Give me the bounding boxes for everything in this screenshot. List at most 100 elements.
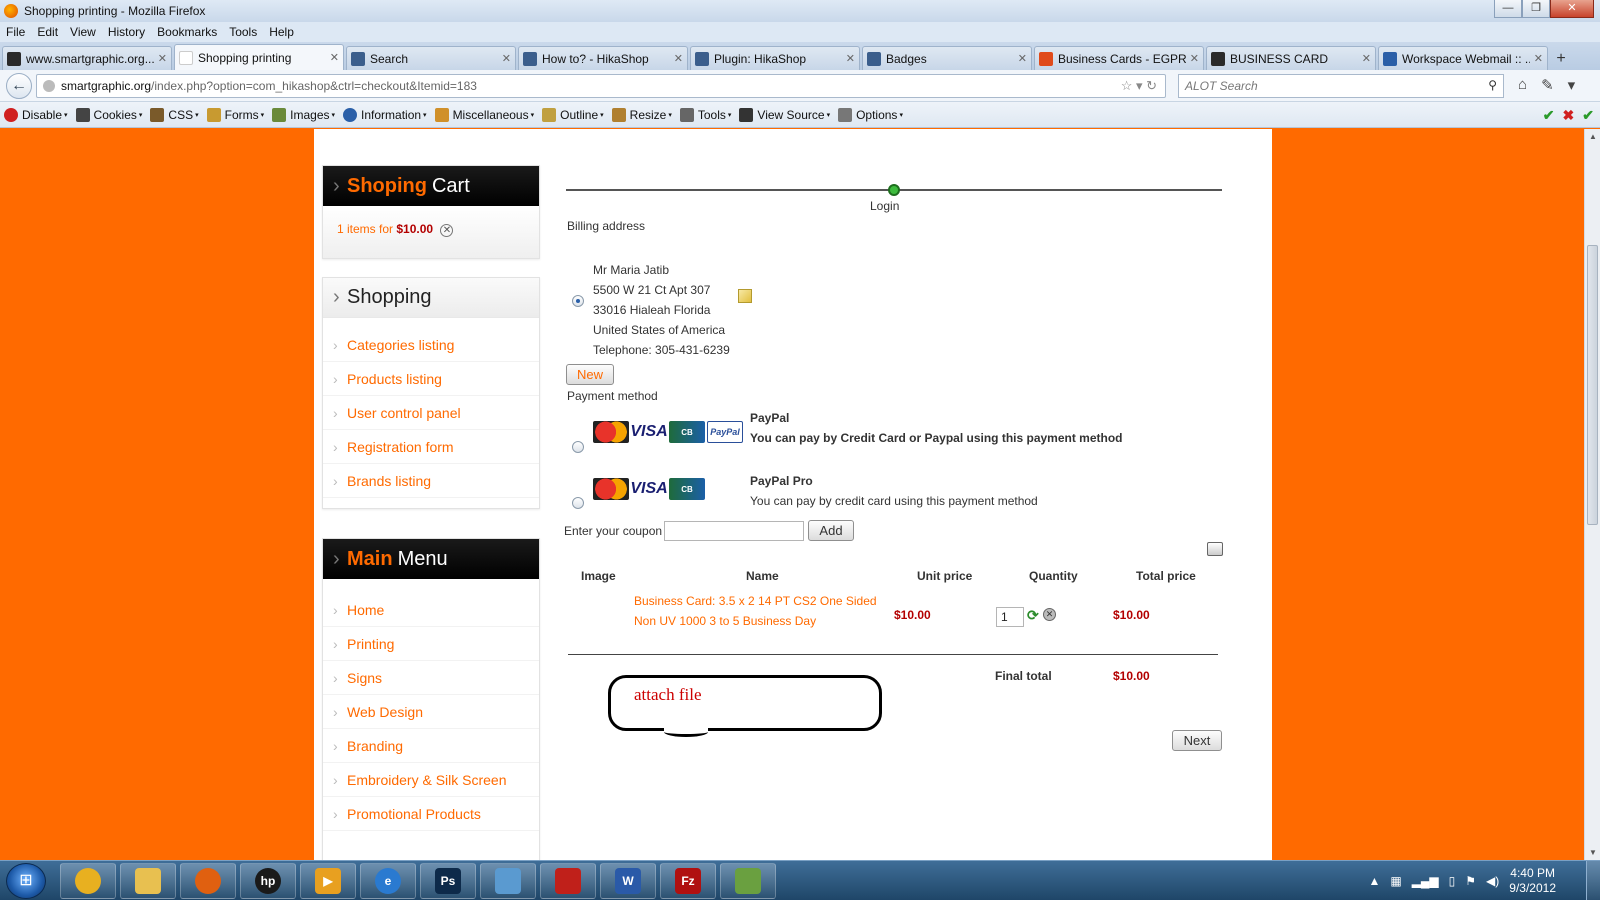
menu-item-branding[interactable]: Branding <box>323 729 539 763</box>
show-desktop-button[interactable] <box>1586 861 1600 900</box>
menu-item-embroidery[interactable]: Embroidery & Silk Screen <box>323 763 539 797</box>
search-icon[interactable]: ⚲ <box>1488 78 1497 92</box>
menu-view[interactable]: View <box>70 25 96 39</box>
print-icon[interactable] <box>1207 542 1223 556</box>
menu-file[interactable]: File <box>6 25 25 39</box>
payment-radio-paypal-pro[interactable] <box>572 497 584 509</box>
site-identity-icon[interactable] <box>43 80 55 92</box>
scroll-down-icon[interactable]: ▼ <box>1589 848 1597 857</box>
tab-business-cards[interactable]: Business Cards - EGPRI... ✕ <box>1034 46 1204 70</box>
cart-summary[interactable]: 1 items for $10.00 ✕ <box>323 206 539 258</box>
chevron-down-icon[interactable]: ▾ <box>1568 76 1576 94</box>
tab-close-icon[interactable]: ✕ <box>1018 52 1027 65</box>
url-bar[interactable]: smartgraphic.org/index.php?option=com_hi… <box>36 74 1166 98</box>
home-icon[interactable]: ⌂ <box>1518 76 1527 94</box>
tab-workspace-webmail[interactable]: Workspace Webmail :: ... ✕ <box>1378 46 1548 70</box>
product-name-link[interactable]: Business Card: 3.5 x 2 14 PT CS2 One Sid… <box>634 591 894 631</box>
dev-miscellaneous[interactable]: Miscellaneous ▾ <box>434 107 534 122</box>
dev-information[interactable]: Information ▾ <box>343 107 427 122</box>
menu-item-signs[interactable]: Signs <box>323 661 539 695</box>
coupon-input[interactable] <box>664 521 804 541</box>
menu-item-products-listing[interactable]: Products listing <box>323 362 539 396</box>
remove-icon[interactable]: ✕ <box>440 224 454 237</box>
taskbar-acrobat[interactable] <box>540 863 596 899</box>
check-icon[interactable]: ✔ <box>1543 107 1555 124</box>
taskbar-hp[interactable]: hp <box>240 863 296 899</box>
search-bar[interactable]: ALOT Search ⚲ <box>1178 74 1504 98</box>
tools-wrench-icon[interactable]: ✎ <box>1541 76 1554 94</box>
tab-shopping-printing[interactable]: Shopping printing ✕ <box>174 44 344 70</box>
taskbar-internet-explorer[interactable]: e <box>360 863 416 899</box>
tab-search[interactable]: Search ✕ <box>346 46 516 70</box>
bookmark-star-icon[interactable]: ☆ ▾ ↻ <box>1121 78 1157 94</box>
billing-address-radio[interactable] <box>572 295 584 307</box>
menu-item-categories-listing[interactable]: Categories listing <box>323 328 539 362</box>
taskbar-media-player[interactable]: ▶ <box>300 863 356 899</box>
tab-business-card[interactable]: BUSINESS CARD ✕ <box>1206 46 1376 70</box>
new-address-button[interactable]: New <box>566 364 614 385</box>
volume-icon[interactable]: ◀) <box>1486 874 1499 888</box>
tab-plugin-hikashop[interactable]: Plugin: HikaShop ✕ <box>690 46 860 70</box>
close-window-button[interactable]: ✕ <box>1550 0 1594 18</box>
tab-close-icon[interactable]: ✕ <box>1190 52 1199 65</box>
menu-edit[interactable]: Edit <box>37 25 58 39</box>
taskbar-explorer[interactable] <box>120 863 176 899</box>
quantity-input[interactable]: 1 <box>996 607 1024 627</box>
edit-address-icon[interactable] <box>738 289 752 303</box>
tab-badges[interactable]: Badges ✕ <box>862 46 1032 70</box>
dev-options[interactable]: Options ▾ <box>838 107 903 122</box>
scroll-thumb[interactable] <box>1587 245 1598 525</box>
back-button[interactable]: ← <box>6 72 32 99</box>
menu-tools[interactable]: Tools <box>229 25 257 39</box>
dev-forms[interactable]: Forms ▾ <box>206 107 264 122</box>
menu-item-home[interactable]: Home <box>323 593 539 627</box>
remove-item-icon[interactable]: ✕ <box>1043 608 1056 621</box>
tab-close-icon[interactable]: ✕ <box>502 52 511 65</box>
maximize-button[interactable]: ❐ <box>1522 0 1550 18</box>
menu-item-brands-listing[interactable]: Brands listing <box>323 464 539 498</box>
tab-close-icon[interactable]: ✕ <box>1362 52 1371 65</box>
dev-css[interactable]: CSS ▾ <box>150 107 199 122</box>
power-icon[interactable]: ▯ <box>1449 874 1456 888</box>
menu-item-web-design[interactable]: Web Design <box>323 695 539 729</box>
tab-close-icon[interactable]: ✕ <box>158 52 167 65</box>
taskbar-chrome[interactable] <box>60 863 116 899</box>
taskbar-notepad[interactable] <box>720 863 776 899</box>
payment-radio-paypal[interactable] <box>572 441 584 453</box>
tab-close-icon[interactable]: ✕ <box>1534 52 1543 65</box>
menu-help[interactable]: Help <box>269 25 294 39</box>
network-icon[interactable]: ▦ <box>1390 874 1401 888</box>
taskbar-app[interactable] <box>480 863 536 899</box>
taskbar-filezilla[interactable]: Fz <box>660 863 716 899</box>
page-scrollbar[interactable]: ▲ ▼ <box>1584 129 1600 860</box>
dev-disable[interactable]: Disable ▾ <box>4 107 68 122</box>
refresh-icon[interactable]: ⟳ <box>1027 608 1041 622</box>
dev-resize[interactable]: Resize ▾ <box>611 107 672 122</box>
clock[interactable]: 4:40 PM 9/3/2012 <box>1509 866 1556 896</box>
taskbar-photoshop[interactable]: Ps <box>420 863 476 899</box>
menu-item-registration-form[interactable]: Registration form <box>323 430 539 464</box>
dev-view-source[interactable]: View Source ▾ <box>739 107 830 122</box>
add-coupon-button[interactable]: Add <box>808 520 854 541</box>
error-icon[interactable]: ✖ <box>1563 107 1575 124</box>
menu-item-promotional-products[interactable]: Promotional Products <box>323 797 539 831</box>
tab-howto-hikashop[interactable]: How to? - HikaShop ✕ <box>518 46 688 70</box>
scroll-up-icon[interactable]: ▲ <box>1589 132 1597 141</box>
dev-outline[interactable]: Outline ▾ <box>542 107 604 122</box>
menu-item-printing[interactable]: Printing <box>323 627 539 661</box>
dev-cookies[interactable]: Cookies ▾ <box>75 107 142 122</box>
tab-close-icon[interactable]: ✕ <box>330 51 339 64</box>
taskbar-word[interactable]: W <box>600 863 656 899</box>
taskbar-firefox[interactable] <box>180 863 236 899</box>
tray-expand-icon[interactable]: ▲ <box>1368 874 1380 888</box>
tab-close-icon[interactable]: ✕ <box>846 52 855 65</box>
check-icon[interactable]: ✔ <box>1582 107 1594 124</box>
flag-icon[interactable]: ⚑ <box>1465 874 1476 888</box>
signal-icon[interactable]: ▂▄▆ <box>1412 874 1439 888</box>
start-button[interactable]: ⊞ <box>6 863 46 899</box>
minimize-button[interactable]: — <box>1494 0 1522 18</box>
tab-close-icon[interactable]: ✕ <box>674 52 683 65</box>
next-button[interactable]: Next <box>1172 730 1222 751</box>
tab-smartgraphic[interactable]: www.smartgraphic.org... ✕ <box>2 46 172 70</box>
menu-bookmarks[interactable]: Bookmarks <box>157 25 217 39</box>
